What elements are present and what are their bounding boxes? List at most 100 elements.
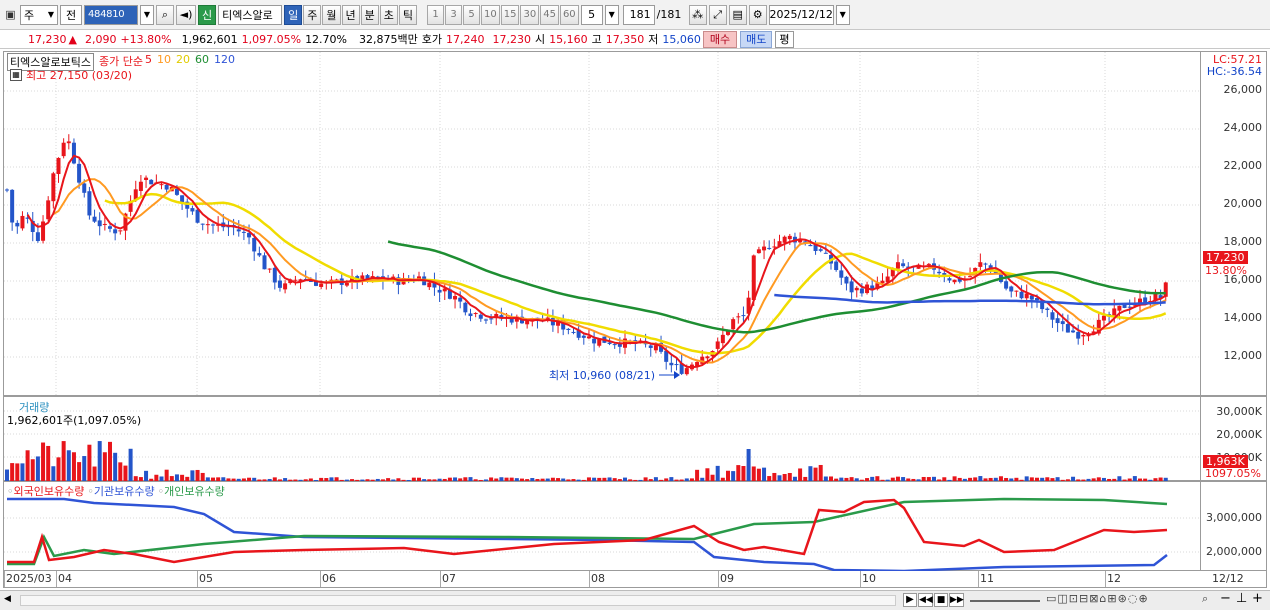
zoom-out-button[interactable]: −	[1220, 591, 1231, 606]
holdings-legend: ◦외국인보유수량 ◦기관보유수량 ◦개인보유수량	[7, 483, 225, 499]
candle-body	[607, 342, 612, 344]
calendar-icon[interactable]: ▦	[10, 69, 22, 81]
candle-body	[968, 276, 973, 278]
toolbar: ▣ 주 ▼ 전 484810 ▼ ⌕ ◄) 신 티엑스알로 일주월년분초틱 135…	[0, 0, 1270, 30]
period-value: 주	[24, 8, 35, 22]
candle-body	[653, 345, 658, 351]
zoom-icon[interactable]: ⌕	[1202, 592, 1208, 606]
volume-bar	[20, 463, 25, 481]
holdings-y-label: 2,000,000	[1206, 545, 1262, 558]
count-dropdown-button[interactable]: ▼	[604, 4, 619, 25]
count-button-3[interactable]: 3	[445, 4, 462, 25]
collapse-button[interactable]: ⊥	[1236, 591, 1247, 606]
candle-body	[257, 253, 262, 256]
candle-body	[10, 189, 15, 223]
count-button-1[interactable]: 1	[427, 4, 444, 25]
forward-icon[interactable]: ▶▶	[949, 593, 964, 607]
crosshair-button[interactable]: ⤢	[708, 4, 727, 25]
code-dropdown-button[interactable]: ▼	[140, 4, 154, 25]
average-button[interactable]: 평	[775, 30, 794, 48]
count-button-30[interactable]: 30	[520, 4, 540, 25]
stock-code-input[interactable]: 484810	[84, 4, 138, 25]
interval-button-4[interactable]: 분	[360, 4, 379, 25]
rewind-icon[interactable]: ◀◀	[918, 593, 933, 607]
date-input[interactable]: 2025/12/12	[768, 4, 834, 25]
page-current-value: 181	[629, 8, 651, 21]
candle-body	[762, 246, 767, 251]
zoom-slider[interactable]	[970, 600, 1040, 602]
candle-body	[211, 224, 215, 226]
candle-body	[468, 313, 473, 317]
volume-bar	[71, 452, 76, 481]
candle-body	[818, 249, 823, 251]
price-panel[interactable]: 티엑스알로보틱스 종가 단순 5 10 20 60 120 ▦ 최고 27,15…	[3, 51, 1202, 397]
chart-tools-button[interactable]: ⁂	[688, 4, 707, 25]
count-input[interactable]: 5	[580, 4, 603, 25]
volume-bar	[30, 459, 35, 481]
sound-button[interactable]: ◄)	[176, 4, 196, 25]
count-button-45[interactable]: 45	[540, 4, 559, 25]
save-button[interactable]: ▤	[728, 4, 747, 25]
scroll-left-button[interactable]: ◀	[4, 594, 11, 604]
candle-body	[859, 288, 864, 294]
volume-bar	[736, 465, 741, 481]
volume-bar	[726, 470, 730, 481]
candle-body	[15, 222, 20, 227]
scrollbar-track[interactable]	[20, 595, 896, 606]
zoom-icons[interactable]: ▭◫⊡⊟⊠⌂⊞⊛◌⊕	[1046, 592, 1149, 605]
page-current[interactable]: 181	[622, 4, 655, 25]
count-button-5[interactable]: 5	[463, 4, 480, 25]
market-select[interactable]: 전	[60, 4, 82, 25]
price-y-label: 12,000	[1223, 349, 1263, 362]
interval-button-6[interactable]: 틱	[398, 4, 417, 25]
price-chart	[4, 52, 1202, 397]
turnover: 12.70%	[305, 32, 348, 46]
candle-body	[437, 289, 442, 293]
holdings-axis: 3,000,000 2,000,000	[1201, 481, 1267, 571]
volume-bar	[102, 452, 107, 481]
count-button-10[interactable]: 10	[481, 4, 500, 25]
candle-body	[195, 209, 200, 223]
candle-body	[277, 280, 282, 288]
interval-button-3[interactable]: 년	[341, 4, 360, 25]
candle-body	[61, 142, 66, 157]
volume-bar	[118, 462, 123, 481]
date-dropdown-button[interactable]: ▼	[835, 4, 850, 25]
credit-badge-button[interactable]: 신	[198, 4, 217, 25]
candle-body	[854, 287, 859, 291]
hoga-label: 호가	[421, 33, 442, 46]
zoom-in-button[interactable]: +	[1252, 591, 1263, 606]
save-icon: ▤	[732, 8, 743, 21]
candle-body	[612, 344, 617, 346]
legend-foreign-label: 외국인보유수량	[13, 485, 85, 498]
candle-body	[236, 229, 241, 232]
interval-button-2[interactable]: 월	[322, 4, 341, 25]
holdings-panel[interactable]: ◦외국인보유수량 ◦기관보유수량 ◦개인보유수량	[3, 481, 1202, 573]
volume-panel[interactable]: 거래량 1,962,601주(1,097.05%)	[3, 396, 1202, 481]
settings-button[interactable]: ⚙	[748, 4, 767, 25]
interval-button-1[interactable]: 주	[303, 4, 322, 25]
candle-body	[808, 244, 813, 247]
search-button[interactable]: ⌕	[156, 4, 174, 25]
candle-body	[102, 223, 107, 225]
volume-bar	[787, 472, 792, 481]
interval-button-5[interactable]: 초	[379, 4, 398, 25]
buy-button[interactable]: 매수	[702, 30, 738, 48]
candle-body	[669, 362, 674, 366]
x-axis-tick	[718, 571, 719, 587]
play-icon[interactable]: ▶	[903, 593, 917, 607]
count-button-60[interactable]: 60	[559, 4, 579, 25]
current-price: 17,230	[28, 32, 67, 46]
volume-bar	[818, 464, 823, 481]
candle-body	[159, 184, 164, 186]
period-select[interactable]: 주 ▼	[20, 4, 58, 25]
legend-ma60: 60	[194, 53, 209, 66]
volume-bar	[77, 462, 82, 481]
window-icon[interactable]: ▣	[3, 5, 18, 25]
interval-button-0[interactable]: 일	[284, 4, 303, 25]
stop-icon[interactable]: ■	[934, 593, 948, 607]
last-pct-tag: 13.80%	[1205, 264, 1247, 277]
count-button-15[interactable]: 15	[500, 4, 520, 25]
candle-body	[983, 263, 988, 265]
sell-button[interactable]: 매도	[740, 30, 773, 48]
